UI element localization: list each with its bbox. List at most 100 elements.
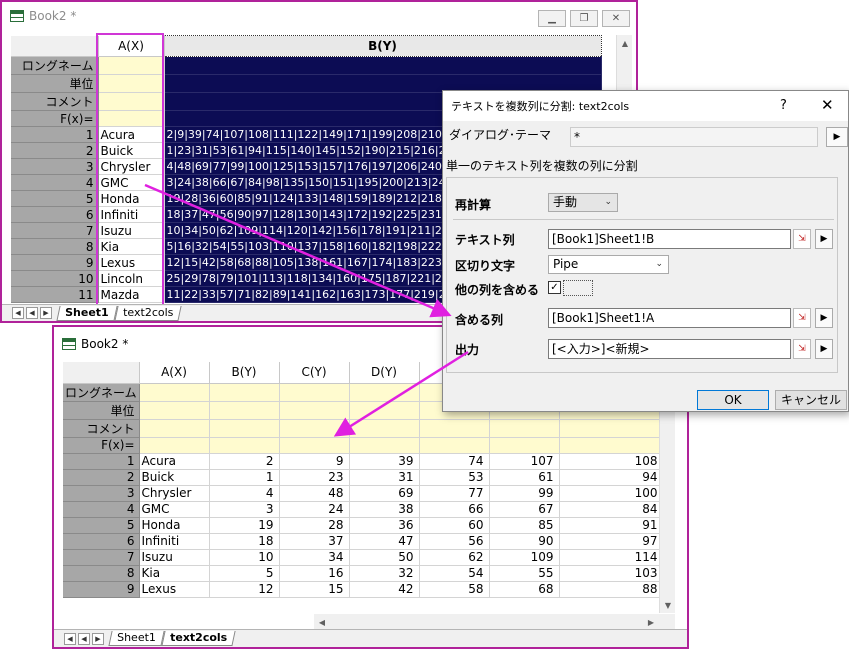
cell-value[interactable]: GMC [139,501,210,518]
cell-value[interactable]: Acura [139,453,210,470]
row-number[interactable]: 9 [63,581,140,598]
row-number[interactable]: 1 [11,126,99,143]
cell-text[interactable]: Acura [98,126,165,143]
row-number[interactable]: 10 [11,270,99,287]
cell-value[interactable]: 69 [349,485,420,502]
output-menu-button[interactable]: ▶ [815,339,833,359]
cell-value[interactable]: 34 [279,549,350,566]
meta-cell[interactable] [349,383,420,402]
row-number[interactable]: 2 [63,469,140,486]
range-picker-icon[interactable]: ⇲ [793,339,811,359]
cell-value[interactable]: 56 [419,533,490,550]
meta-cell[interactable] [279,419,350,438]
range-picker-icon[interactable]: ⇲ [793,308,811,328]
meta-cell[interactable] [139,419,210,438]
scroll-up-icon[interactable]: ▲ [617,35,633,51]
cell-value[interactable]: 32 [349,565,420,582]
cell-value[interactable]: 60 [419,517,490,534]
column-header-b[interactable]: B(Y) [209,362,280,384]
cell-value[interactable]: 19 [209,517,280,534]
meta-row-label[interactable]: F(x)= [11,110,99,127]
cell-value[interactable]: 100 [559,485,664,502]
include-other-columns-checkbox[interactable]: ✓ [548,281,561,294]
tab-nav-first-icon[interactable]: ◀ [64,632,76,645]
meta-cell[interactable] [209,401,280,420]
cancel-button[interactable]: キャンセル [775,390,847,410]
cell-value[interactable]: 103 [559,565,664,582]
cell-value[interactable]: 31 [349,469,420,486]
tab-nav-first-icon[interactable]: ◀ [12,307,24,319]
text-to-columns-dialog[interactable]: テキストを複数列に分割: text2cols ? ✕ ダイアログ･テーマ * ▶… [442,90,849,412]
meta-cell[interactable] [98,92,165,111]
cell-value[interactable]: 107 [489,453,560,470]
close-button[interactable]: ✕ [602,10,630,27]
text-column-input[interactable]: [Book1]Sheet1!B [548,229,791,249]
meta-cell[interactable] [279,383,350,402]
cell-value[interactable]: 16 [279,565,350,582]
meta-row-label[interactable]: ロングネーム [63,383,140,402]
cell-value[interactable]: Isuzu [139,549,210,566]
meta-cell[interactable] [489,419,560,438]
row-number[interactable]: 11 [11,286,99,303]
cell-text[interactable]: Lexus [98,254,165,271]
cell-value[interactable]: 77 [419,485,490,502]
cell-value[interactable]: Lexus [139,581,210,598]
cell-value[interactable]: 91 [559,517,664,534]
cell-value[interactable]: 3 [209,501,280,518]
cell-text[interactable]: Infiniti [98,206,165,223]
cell-value[interactable]: 67 [489,501,560,518]
cell-value[interactable]: 108 [559,453,664,470]
cell-text[interactable]: Mazda [98,286,165,303]
meta-row-label[interactable]: F(x)= [63,437,140,454]
cell-value[interactable]: Kia [139,565,210,582]
tab-nav-next-icon[interactable]: ▶ [40,307,52,319]
dialog-titlebar[interactable]: テキストを複数列に分割: text2cols ? ✕ [443,91,848,121]
cell-value[interactable]: 50 [349,549,420,566]
tab-nav-prev-icon[interactable]: ◀ [26,307,38,319]
corner-cell[interactable] [11,35,99,57]
tab-nav-next-icon[interactable]: ▶ [92,632,104,645]
cell-value[interactable]: 47 [349,533,420,550]
window-titlebar[interactable]: Book2 * ▁ ❐ ✕ [2,2,636,30]
meta-cell[interactable] [559,437,664,454]
meta-cell[interactable] [349,419,420,438]
cell-text[interactable]: Lincoln [98,270,165,287]
meta-cell[interactable] [489,437,560,454]
row-number[interactable]: 8 [63,565,140,582]
meta-row-label[interactable]: コメント [63,419,140,438]
range-picker-icon[interactable]: ⇲ [793,229,811,249]
restore-button[interactable]: ❐ [570,10,598,27]
row-number[interactable]: 1 [63,453,140,470]
meta-row-label[interactable]: コメント [11,92,99,111]
row-number[interactable]: 4 [63,501,140,518]
meta-cell[interactable] [209,383,280,402]
cell-value[interactable]: 2 [209,453,280,470]
scroll-left-icon[interactable]: ◀ [314,614,330,630]
cell-value[interactable]: 109 [489,549,560,566]
column-header-b[interactable]: B(Y) [163,35,602,57]
row-number[interactable]: 7 [11,222,99,239]
help-button[interactable]: ? [780,98,787,113]
row-number[interactable]: 9 [11,254,99,271]
column-header-a[interactable]: A(X) [98,35,165,57]
text-column-menu-button[interactable]: ▶ [815,229,833,249]
meta-cell[interactable] [559,419,664,438]
cell-value[interactable]: 97 [559,533,664,550]
delimiter-dropdown[interactable]: Pipe ⌄ [548,255,669,274]
meta-cell[interactable] [279,437,350,454]
cell-text[interactable]: GMC [98,174,165,191]
cell-value[interactable]: 85 [489,517,560,534]
tab-nav-prev-icon[interactable]: ◀ [78,632,90,645]
meta-cell[interactable] [98,110,165,127]
meta-cell[interactable] [164,56,602,75]
cell-value[interactable]: 4 [209,485,280,502]
cell-value[interactable]: Chrysler [139,485,210,502]
cell-text[interactable]: Isuzu [98,222,165,239]
row-number[interactable]: 5 [63,517,140,534]
meta-row-label[interactable]: 単位 [11,74,99,93]
dialog-theme-field[interactable]: * [570,127,818,147]
cell-value[interactable]: 90 [489,533,560,550]
cell-value[interactable]: 1 [209,469,280,486]
ok-button[interactable]: OK [697,390,769,410]
row-number[interactable]: 3 [11,158,99,175]
